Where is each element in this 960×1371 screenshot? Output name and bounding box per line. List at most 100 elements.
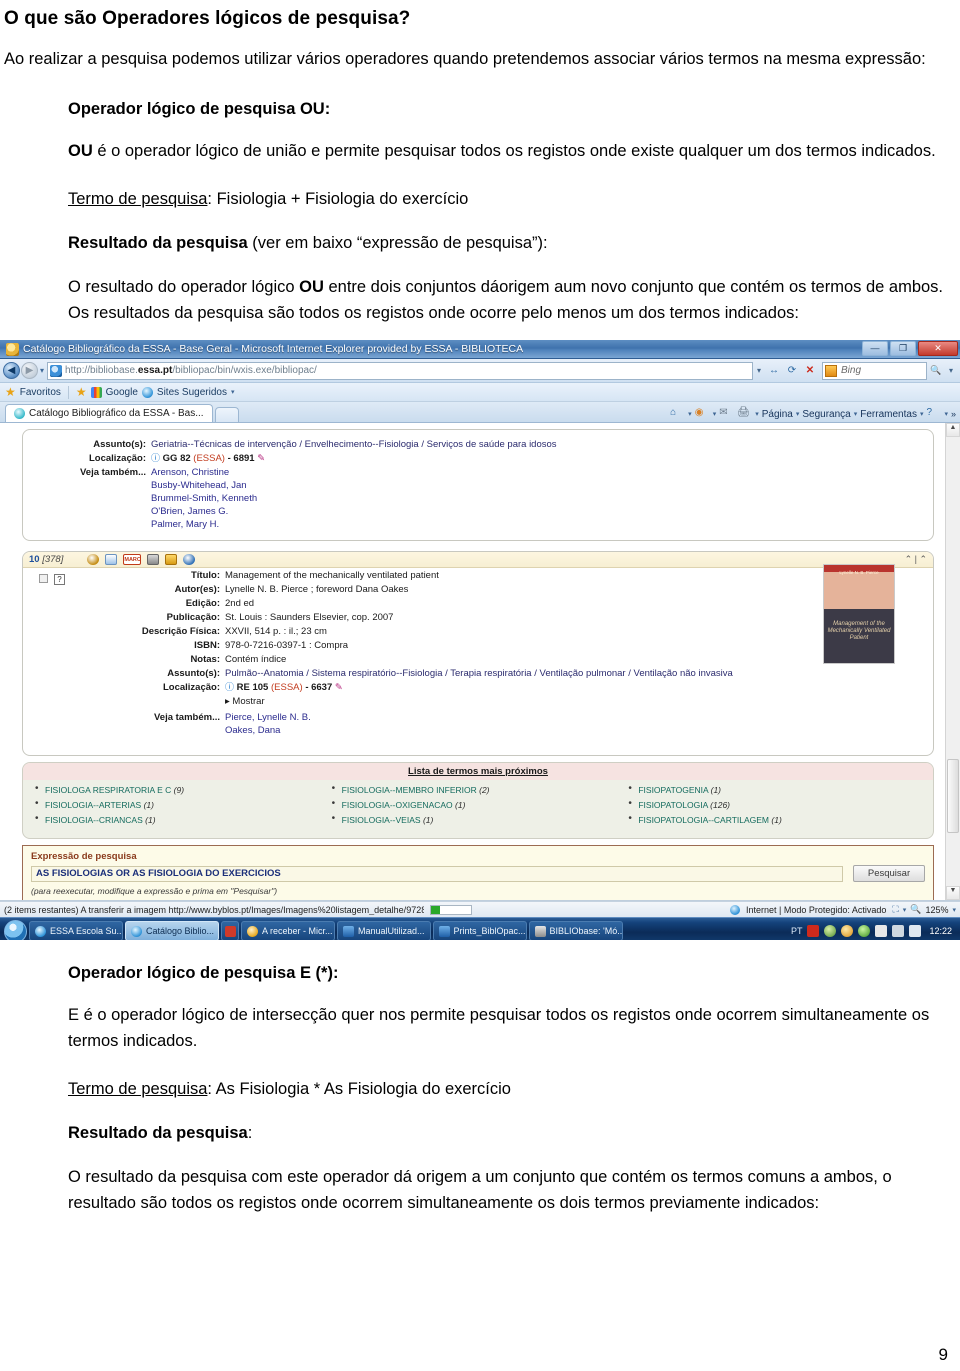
maximize-button[interactable]: ❐ bbox=[890, 341, 916, 356]
mail-icon[interactable]: ✉ bbox=[719, 407, 734, 421]
term-item[interactable]: FISIOLOGIA--VEIAS (1) bbox=[330, 813, 627, 825]
term-item[interactable]: FISIOLOGIA--ARTERIAS (1) bbox=[33, 798, 330, 810]
bookmark-suggested-sites[interactable]: Sites Sugeridos bbox=[157, 387, 227, 398]
close-button[interactable]: ✕ bbox=[918, 341, 958, 356]
edit-record-icon[interactable] bbox=[105, 554, 118, 565]
search-expression-input[interactable]: AS FISIOLOGIAS OR AS FISIOLOGIA DO EXERC… bbox=[31, 865, 843, 882]
help-icon[interactable]: ? bbox=[926, 407, 941, 421]
taskbar-item-essa-escola[interactable]: ESSA Escola Su... bbox=[29, 921, 123, 940]
pesquisar-button[interactable]: Pesquisar bbox=[853, 865, 925, 882]
term-item[interactable]: FISIOPATOLOGIA--CARTILAGEM (1) bbox=[626, 813, 923, 825]
term-item[interactable]: FISIOLOGIA--MEMBRO INFERIOR (2) bbox=[330, 783, 627, 795]
recent-pages-caret-icon[interactable]: ▾ bbox=[40, 366, 44, 375]
ferramentas-caret-icon[interactable]: ▾ bbox=[920, 410, 924, 418]
marc-view-icon[interactable]: MARC bbox=[123, 554, 142, 565]
print-caret-icon[interactable]: ▾ bbox=[755, 410, 759, 418]
start-button[interactable] bbox=[4, 919, 27, 940]
term-item[interactable]: FISIOPATOLOGIA (126) bbox=[626, 798, 923, 810]
bookmark-google[interactable]: Google bbox=[106, 387, 138, 398]
volume-icon[interactable] bbox=[909, 925, 922, 937]
feeds-caret-icon[interactable]: ▾ bbox=[713, 410, 717, 418]
flag-tray-icon[interactable] bbox=[875, 925, 888, 937]
taskbar-item-prints[interactable]: Prints_BiblOpac... bbox=[432, 921, 527, 940]
record-field-value[interactable]: Management of the mechanically ventilate… bbox=[225, 569, 439, 582]
print-record-icon[interactable] bbox=[147, 554, 160, 565]
seguranca-caret-icon[interactable]: ▾ bbox=[854, 410, 858, 418]
taskbar-item-bibliobase[interactable]: BIBLIObase: 'Mó... bbox=[528, 921, 623, 940]
menu-pagina[interactable]: Página bbox=[762, 409, 793, 420]
suggested-sites-caret-icon[interactable]: ▾ bbox=[231, 388, 235, 396]
add-favorite-icon[interactable]: ★ bbox=[76, 385, 87, 399]
pagina-caret-icon[interactable]: ▾ bbox=[796, 410, 800, 418]
clock[interactable]: 12:22 bbox=[929, 926, 952, 936]
zoom-magnifier-icon[interactable]: 🔍 bbox=[910, 904, 921, 915]
see-also-item[interactable]: Oakes, Dana bbox=[225, 724, 311, 737]
refresh-icon[interactable]: ⟳ bbox=[784, 363, 800, 379]
taskbar-item-outlook[interactable]: A receber - Micr... bbox=[241, 921, 335, 940]
compatibility-view-icon[interactable]: ↔ bbox=[766, 363, 782, 379]
scroll-down-icon[interactable]: ▼ bbox=[946, 886, 960, 900]
see-also-item[interactable]: Arenson, Christine bbox=[151, 466, 257, 479]
scroll-up-icon[interactable]: ▲ bbox=[946, 423, 960, 437]
bookmark-pen-icon[interactable]: ✎ bbox=[335, 682, 343, 693]
taskbar-item-manual[interactable]: ManualUtilizad... bbox=[337, 921, 431, 940]
acrobat-tray-icon[interactable] bbox=[807, 925, 820, 937]
see-also-item[interactable]: Brummel-Smith, Kenneth bbox=[151, 492, 257, 505]
see-also-item[interactable]: Pierce, Lynelle N. B. bbox=[225, 711, 311, 724]
home-caret-icon[interactable]: ▾ bbox=[688, 410, 692, 418]
search-expression-label: Expressão de pesquisa bbox=[31, 851, 137, 862]
record-field-value[interactable]: Pulmão--Anatomia / Sistema respiratório-… bbox=[225, 667, 733, 680]
panel-collapse-icons[interactable]: ⌃ | ⌃ bbox=[905, 554, 927, 565]
home-icon[interactable]: ⌂ bbox=[670, 407, 685, 421]
term-item[interactable]: FISIOLOGIA--CRIANCAS (1) bbox=[33, 813, 330, 825]
search-input[interactable]: Bing bbox=[821, 361, 927, 380]
new-tab-button[interactable] bbox=[214, 407, 239, 422]
menu-seguranca[interactable]: Segurança bbox=[802, 409, 850, 420]
info-icon[interactable]: ⓘ bbox=[151, 453, 160, 463]
stop-icon[interactable]: ✕ bbox=[802, 363, 818, 379]
record-field-value[interactable]: Lynelle N. B. Pierce ; foreword Dana Oak… bbox=[225, 583, 408, 596]
zoom-caret-icon[interactable]: ▾ bbox=[903, 906, 907, 914]
minimize-button[interactable]: — bbox=[862, 341, 888, 356]
network-status-icon[interactable] bbox=[892, 925, 905, 937]
bookmark-pen-icon[interactable]: ✎ bbox=[257, 453, 265, 464]
export-record-icon[interactable] bbox=[165, 554, 178, 565]
scrollbar-thumb[interactable] bbox=[947, 759, 959, 833]
details-record-icon[interactable] bbox=[183, 554, 196, 565]
see-also-item[interactable]: Palmer, Mary H. bbox=[151, 518, 257, 531]
forward-button[interactable]: ▶ bbox=[21, 362, 38, 379]
network-tray-icon[interactable] bbox=[824, 925, 837, 937]
see-also-item[interactable]: Busby-Whitehead, Jan bbox=[151, 479, 257, 492]
search-provider-caret-icon[interactable]: ▾ bbox=[945, 366, 957, 375]
feeds-icon[interactable]: ◉ bbox=[695, 407, 710, 421]
messenger-tray-icon[interactable] bbox=[841, 925, 854, 937]
vertical-scrollbar[interactable]: ▲ ▼ bbox=[945, 423, 960, 900]
menu-ferramentas[interactable]: Ferramentas bbox=[860, 409, 917, 420]
search-icon[interactable]: 🔍 bbox=[928, 363, 944, 379]
zoom-level-icon[interactable]: ⛶ bbox=[892, 904, 898, 915]
tab-catalogo[interactable]: Catálogo Bibliográfico da ESSA - Bas... bbox=[5, 404, 213, 422]
term-item[interactable]: FISIOLOGIA--OXIGENACAO (1) bbox=[330, 798, 627, 810]
taskbar-item-catalogo[interactable]: Catálogo Biblio... bbox=[125, 921, 219, 940]
antivirus-tray-icon[interactable] bbox=[858, 925, 871, 937]
zoom-record-icon[interactable] bbox=[87, 554, 100, 565]
zoom-dropdown-icon[interactable]: ▾ bbox=[952, 906, 956, 914]
info-icon[interactable]: ⓘ bbox=[225, 682, 234, 692]
language-indicator[interactable]: PT bbox=[791, 926, 803, 936]
terms-column: FISIOPATOGENIA (1) FISIOPATOLOGIA (126) … bbox=[626, 783, 923, 830]
term-item[interactable]: FISIOLOGA RESPIRATORIA E C (9) bbox=[33, 783, 330, 795]
location-library: (ESSA) bbox=[193, 453, 225, 464]
see-also-item[interactable]: O'Brien, James G. bbox=[151, 505, 257, 518]
term-item[interactable]: FISIOPATOGENIA (1) bbox=[626, 783, 923, 795]
help-caret-icon[interactable]: ▾ bbox=[944, 410, 948, 418]
zoom-level[interactable]: 125% bbox=[925, 905, 948, 915]
print-icon[interactable]: 🖨 bbox=[737, 407, 752, 421]
taskbar-item-media[interactable] bbox=[221, 921, 239, 940]
url-input[interactable]: http://bibliobase.essa.pt/bibliopac/bin/… bbox=[47, 361, 753, 380]
toolbar-overflow-icon[interactable]: » bbox=[951, 409, 956, 419]
show-details-link[interactable]: ▸ Mostrar bbox=[225, 695, 265, 708]
back-button[interactable]: ◀ bbox=[3, 362, 20, 379]
record-field-value[interactable]: Geriatria--Técnicas de intervenção / Env… bbox=[151, 438, 557, 451]
address-dropdown-icon[interactable]: ▾ bbox=[753, 366, 765, 375]
favorites-label[interactable]: Favoritos bbox=[20, 387, 61, 398]
